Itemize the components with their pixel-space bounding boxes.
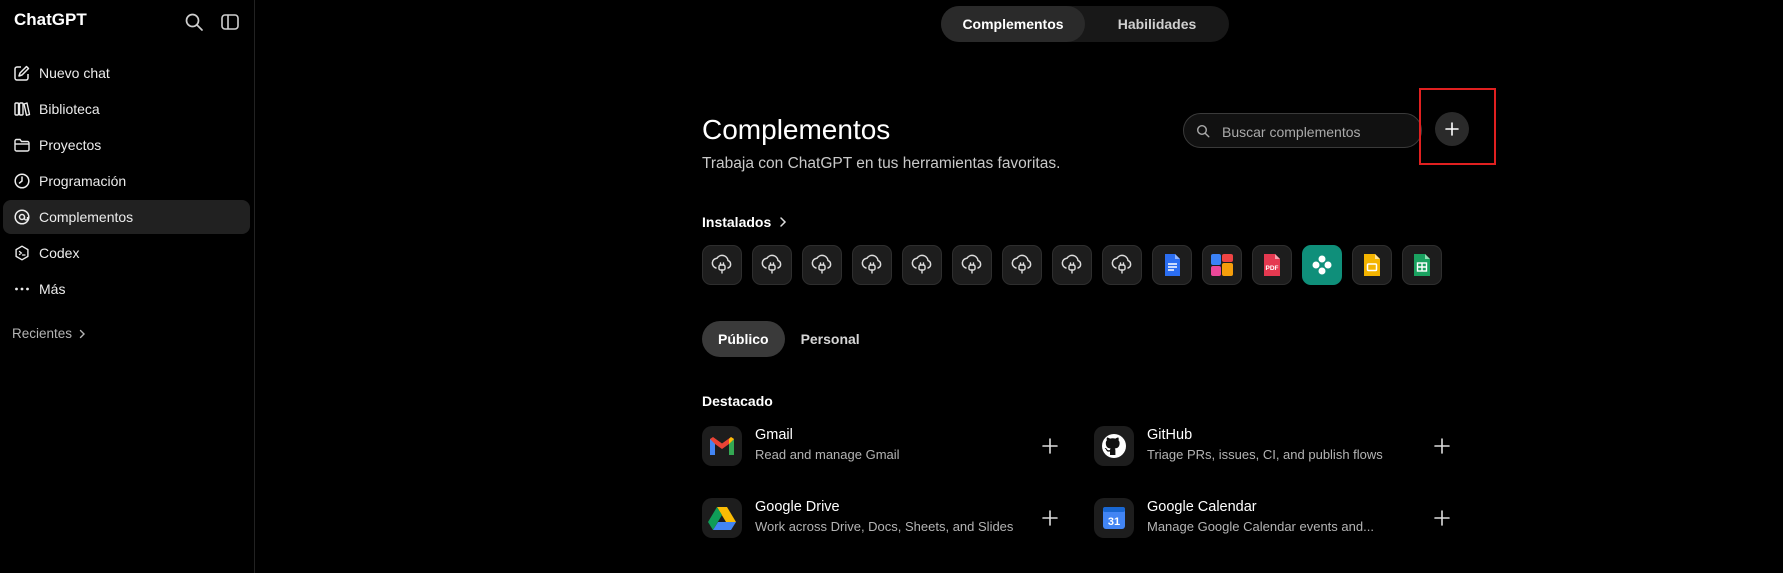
highlight-box	[1419, 88, 1496, 165]
clock-icon	[14, 173, 30, 189]
sidebar-item-codex[interactable]: Codex	[3, 236, 250, 270]
sidebar-item-label: Codex	[39, 245, 80, 261]
installed-header[interactable]: Instalados	[702, 214, 790, 230]
search-input[interactable]	[1220, 114, 1419, 149]
plugin-item-github[interactable]: GitHub Triage PRs, issues, CI, and publi…	[1094, 424, 1474, 468]
codex-icon	[15, 245, 29, 261]
sidebar-item-more[interactable]: Más	[3, 272, 250, 306]
sidebar-item-label: Programación	[39, 173, 127, 189]
docs-icon	[1165, 254, 1180, 276]
cloud-plug-icon	[861, 254, 882, 274]
installed-app[interactable]	[1052, 245, 1092, 285]
installed-icons-row: PDF	[702, 245, 1452, 285]
flower-icon	[1312, 255, 1332, 275]
plugin-description: Read and manage Gmail	[755, 447, 900, 462]
visibility-filter: Público Personal	[702, 321, 876, 357]
chevron-right-icon	[79, 329, 86, 338]
search-box	[1183, 113, 1422, 149]
sidebar-item-label: Biblioteca	[39, 101, 100, 117]
tab-complementos[interactable]: Complementos	[941, 6, 1085, 42]
plugin-name: Google Drive	[755, 499, 840, 515]
recents-header[interactable]: Recientes	[12, 326, 88, 341]
plugin-item-google-drive[interactable]: Google Drive Work across Drive, Docs, Sh…	[702, 496, 1082, 540]
top-tab-switcher: Complementos Habilidades	[941, 6, 1229, 42]
plus-icon[interactable]	[1432, 508, 1452, 528]
installed-label: Instalados	[702, 214, 772, 230]
plus-icon[interactable]	[1040, 508, 1060, 528]
compose-icon	[14, 65, 30, 81]
sidebar-item-label: Complementos	[39, 209, 134, 225]
brand-logo[interactable]: ChatGPT	[14, 10, 87, 30]
library-icon	[14, 102, 31, 116]
sidebar-item-scheduling[interactable]: Programación	[3, 164, 250, 198]
sheets-icon	[1414, 254, 1430, 276]
installed-app[interactable]	[702, 245, 742, 285]
cloud-plug-icon	[1061, 254, 1082, 274]
pdf-label: PDF	[1266, 265, 1279, 272]
cloud-plug-icon	[811, 254, 832, 274]
plugin-item-gmail[interactable]: Gmail Read and manage Gmail	[702, 424, 1082, 468]
page-subtitle: Trabaja con ChatGPT en tus herramientas …	[702, 155, 1061, 172]
plugin-description: Triage PRs, issues, CI, and publish flow…	[1147, 447, 1383, 462]
sidebar-item-plugins[interactable]: Complementos	[3, 200, 250, 234]
installed-app[interactable]	[1202, 245, 1242, 285]
page-title: Complementos	[702, 114, 891, 145]
plugin-item-google-calendar[interactable]: 31 Google Calendar Manage Google Calenda…	[1094, 496, 1474, 540]
installed-app[interactable]	[852, 245, 892, 285]
shapes-icon	[1211, 254, 1233, 276]
google-drive-icon	[702, 498, 742, 538]
plugin-icon	[14, 209, 30, 225]
cloud-plug-icon	[711, 254, 732, 274]
sidebar-item-projects[interactable]: Proyectos	[3, 128, 250, 162]
cloud-plug-icon	[911, 254, 932, 274]
installed-app[interactable]	[752, 245, 792, 285]
plus-icon[interactable]	[1432, 436, 1452, 456]
plugin-name: Gmail	[755, 427, 793, 443]
installed-app[interactable]	[1102, 245, 1142, 285]
filter-personal[interactable]: Personal	[785, 321, 876, 357]
cloud-plug-icon	[1011, 254, 1032, 274]
plus-icon[interactable]	[1040, 436, 1060, 456]
github-icon	[1094, 426, 1134, 466]
plugin-name: Google Calendar	[1147, 499, 1257, 515]
cloud-plug-icon	[961, 254, 982, 274]
installed-app[interactable]	[902, 245, 942, 285]
plugin-description: Manage Google Calendar events and...	[1147, 519, 1374, 534]
cloud-plug-icon	[1111, 254, 1132, 274]
installed-app[interactable]	[952, 245, 992, 285]
more-icon	[15, 287, 29, 291]
google-calendar-icon: 31	[1094, 498, 1134, 538]
tab-habilidades[interactable]: Habilidades	[1085, 6, 1229, 42]
sidebar-item-label: Proyectos	[39, 137, 102, 153]
filter-public[interactable]: Público	[702, 321, 785, 357]
plugin-name: GitHub	[1147, 427, 1193, 443]
sidebar-item-library[interactable]: Biblioteca	[3, 92, 250, 126]
chevron-right-icon	[780, 217, 787, 227]
installed-app[interactable]	[1352, 245, 1392, 285]
sidebar-item-label: Más	[39, 281, 66, 297]
installed-app[interactable]: PDF	[1252, 245, 1292, 285]
installed-app[interactable]	[1002, 245, 1042, 285]
plugin-description: Work across Drive, Docs, Sheets, and Sli…	[755, 519, 1014, 534]
sidebar: ChatGPT Nuevo chat Biblioteca Proyectos …	[0, 0, 255, 573]
cloud-plug-icon	[761, 254, 782, 274]
search-icon	[1196, 124, 1210, 138]
sidebar-nav: Nuevo chat Biblioteca Proyectos Programa…	[3, 56, 250, 308]
sidebar-toggle-icon[interactable]	[220, 12, 240, 32]
installed-app[interactable]	[1402, 245, 1442, 285]
installed-app[interactable]	[1302, 245, 1342, 285]
folder-icon	[14, 138, 30, 152]
search-icon[interactable]	[184, 12, 204, 32]
installed-app[interactable]	[802, 245, 842, 285]
installed-app[interactable]	[1152, 245, 1192, 285]
slides-icon	[1364, 254, 1380, 276]
featured-header: Destacado	[702, 393, 773, 409]
recents-label: Recientes	[12, 326, 73, 341]
sidebar-item-label: Nuevo chat	[39, 65, 110, 81]
gmail-icon	[702, 426, 742, 466]
pdf-icon: PDF	[1264, 254, 1280, 276]
calendar-day: 31	[1108, 516, 1120, 528]
sidebar-item-new-chat[interactable]: Nuevo chat	[3, 56, 250, 90]
